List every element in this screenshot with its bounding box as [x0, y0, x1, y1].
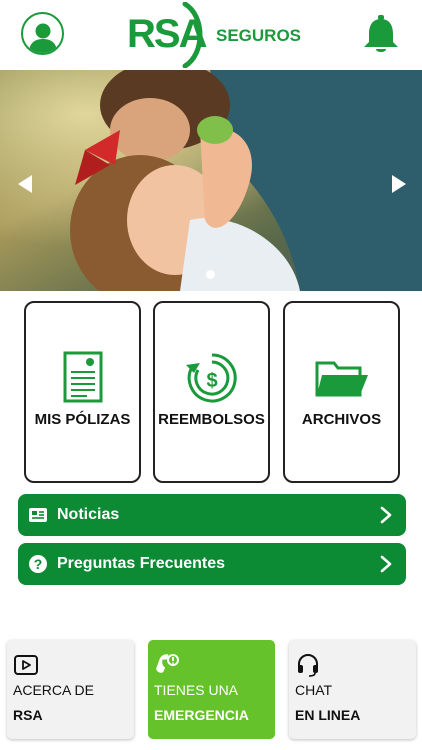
tile-label: REEMBOLSOS: [158, 411, 265, 428]
newspaper-icon: [29, 508, 47, 522]
svg-text:$: $: [206, 370, 217, 392]
carousel-image: [0, 70, 422, 291]
document-icon: [63, 351, 102, 403]
carousel-indicator-dot[interactable]: [206, 270, 215, 279]
triangle-left-icon: [18, 175, 32, 193]
acerca-de-rsa-card[interactable]: ACERCA DE RSA: [7, 640, 134, 739]
card-line2: EMERGENCIA: [154, 707, 249, 723]
tile-reembolsos[interactable]: $ REEMBOLSOS: [153, 301, 270, 483]
card-line1: ACERCA DE: [13, 682, 94, 698]
play-icon: [14, 655, 38, 675]
card-line1: CHAT: [295, 682, 333, 698]
notifications-button[interactable]: [362, 14, 400, 54]
question-icon: ?: [29, 555, 47, 573]
chevron-right-icon: [380, 506, 392, 524]
user-icon: [28, 23, 57, 53]
carousel-prev-button[interactable]: [16, 174, 36, 194]
chat-en-linea-card[interactable]: CHAT EN LINEA: [289, 640, 416, 739]
profile-button[interactable]: [21, 12, 64, 55]
card-line1: TIENES UNA: [154, 682, 239, 698]
bell-icon: [364, 15, 398, 52]
tile-icon-wrap: [285, 351, 398, 407]
rsa-logo: RSA SEGUROS: [127, 2, 307, 68]
headset-icon: [298, 654, 318, 677]
card-line2: EN LINEA: [295, 707, 361, 723]
preguntas-frecuentes-link[interactable]: ? Preguntas Frecuentes: [18, 543, 406, 585]
promo-carousel[interactable]: [0, 70, 422, 291]
triangle-right-icon: [392, 175, 406, 193]
refund-icon: $: [185, 353, 237, 403]
logo-arc: [182, 2, 203, 68]
logo-sub-text: SEGUROS: [216, 26, 302, 45]
noticias-link[interactable]: Noticias: [18, 494, 406, 536]
svg-text:?: ?: [34, 556, 43, 572]
carousel-next-button[interactable]: [388, 174, 408, 194]
noticias-label: Noticias: [57, 506, 120, 523]
tile-label: MIS PÓLIZAS: [34, 411, 131, 428]
app-header: RSA SEGUROS: [0, 0, 422, 70]
emergencia-card[interactable]: TIENES UNA EMERGENCIA: [148, 640, 275, 739]
tile-archivos[interactable]: ARCHIVOS: [283, 301, 400, 483]
preguntas-frecuentes-label: Preguntas Frecuentes: [57, 555, 226, 572]
tile-label: ARCHIVOS: [301, 411, 382, 428]
folder-icon: [315, 361, 368, 397]
tile-icon-wrap: $: [155, 351, 268, 407]
chevron-right-icon: [380, 555, 392, 573]
card-line2: RSA: [13, 707, 43, 723]
phone-icon: [156, 654, 179, 673]
tile-mis-polizas[interactable]: MIS PÓLIZAS: [24, 301, 141, 483]
tile-icon-wrap: [26, 351, 139, 407]
